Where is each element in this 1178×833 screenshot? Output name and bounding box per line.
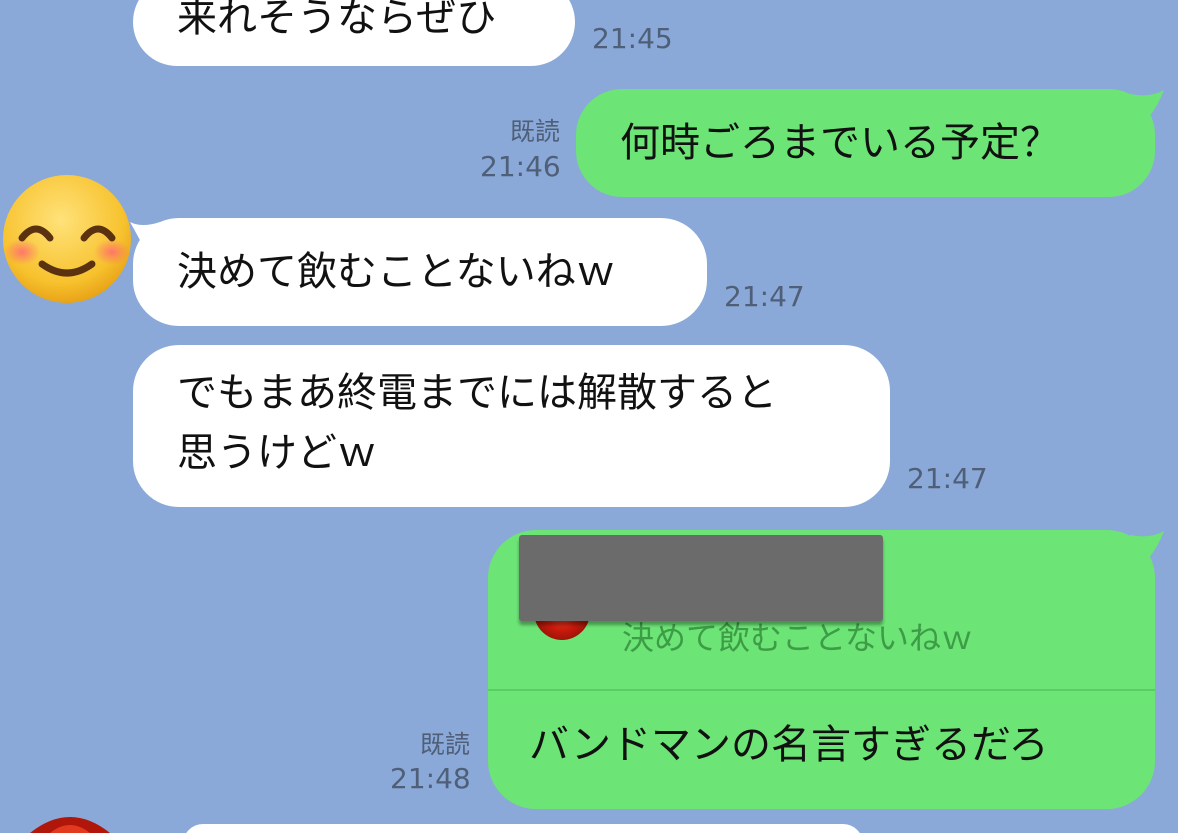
read-receipt: 既読 [509,117,560,146]
message-time: 21:48 [390,762,471,795]
message-text: バンドマンの名言すぎるだろ [529,722,1049,768]
message-time: 21:47 [907,462,988,495]
message-time: 21:47 [724,280,805,313]
next-message-bubble[interactable] [183,824,863,833]
message-bubble-incoming[interactable]: 決めて飲むことないねｗ [133,218,707,326]
red-avatar[interactable] [30,815,110,833]
quoted-message-text: 決めて飲むことないねｗ [622,619,974,657]
read-receipt: 既読 [419,730,470,759]
message-bubble-outgoing[interactable]: 何時ごろまでいる予定？ [576,89,1155,197]
message-text: 何時ごろまでいる予定？ [620,120,1060,166]
message-text: 決めて飲むことないねｗ [177,249,616,295]
smiling-face-emoji[interactable] [0,172,134,306]
chat-view[interactable]: 来れそうならぜひ 21:45 既読 21:46 何時ごろまでいる予定？ 決めて飲… [0,0,1178,833]
message-text-line: でもまあ終電までには解散すると [177,370,777,416]
bubble-tail [1130,90,1164,118]
message-bubble-incoming[interactable]: でもまあ終電までには解散すると 思うけどｗ [133,345,890,507]
reply-divider [488,689,1155,691]
message-text: 来れそうならぜひ [177,0,497,41]
message-text-line: 思うけどｗ [177,430,377,476]
message-time: 21:46 [480,150,561,183]
message-time: 21:45 [592,22,673,55]
message-bubble-incoming[interactable]: 来れそうならぜひ [133,0,575,66]
redacted-sender-name [519,535,883,621]
